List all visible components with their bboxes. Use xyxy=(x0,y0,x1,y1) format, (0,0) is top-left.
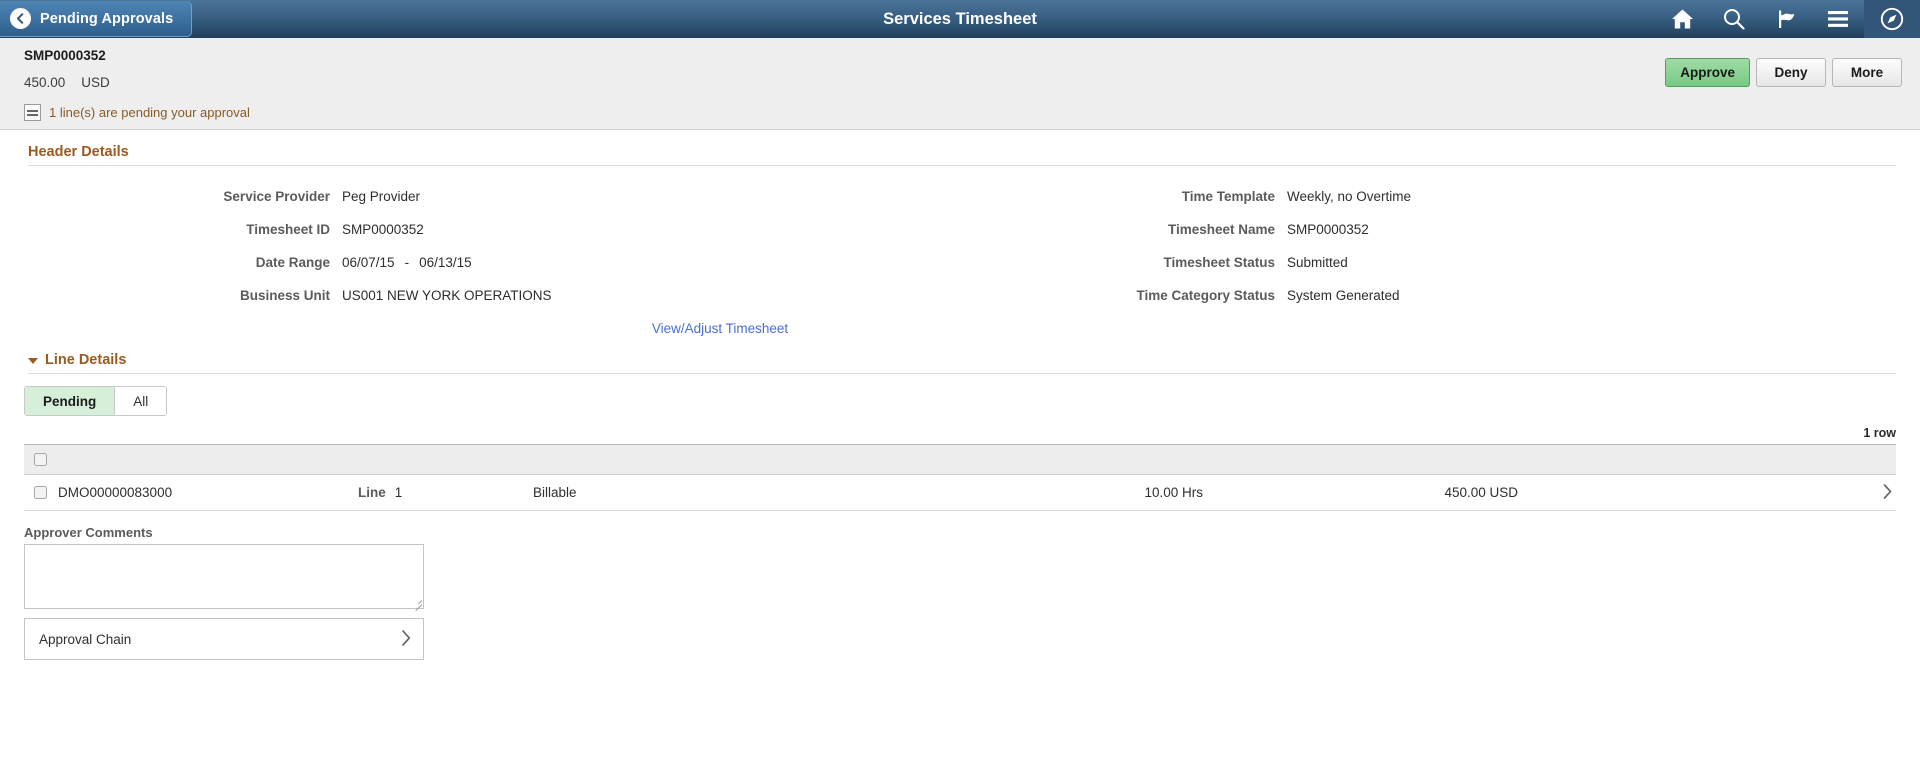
date-range-end: 06/13/15 xyxy=(419,255,472,270)
more-button[interactable]: More xyxy=(1832,58,1902,87)
hamburger-menu-icon[interactable] xyxy=(1812,0,1864,38)
app-header-bar: Pending Approvals Services Timesheet xyxy=(0,0,1920,38)
table-row[interactable]: DMO00000083000 Line 1 Billable 10.00 Hrs … xyxy=(24,475,1896,511)
approval-chain-button[interactable]: Approval Chain xyxy=(24,618,424,660)
field-label-time-category-status: Time Category Status xyxy=(1136,288,1275,303)
cell-line: Line 1 xyxy=(358,485,533,500)
date-range-separator: - xyxy=(404,255,410,270)
cell-description: DMO00000083000 xyxy=(58,485,173,500)
grid-row-count: 1 row xyxy=(1863,426,1896,440)
approver-comments-label: Approver Comments xyxy=(24,525,153,540)
field-value-timesheet-status: Submitted xyxy=(1287,255,1348,270)
grid-header-row xyxy=(24,445,1896,475)
home-icon[interactable] xyxy=(1656,0,1708,38)
cell-billing-type: Billable xyxy=(533,485,577,500)
flag-icon[interactable] xyxy=(1760,0,1812,38)
chevron-down-icon[interactable] xyxy=(28,358,38,364)
field-value-timesheet-name: SMP0000352 xyxy=(1287,222,1369,237)
approver-comments-box[interactable] xyxy=(24,544,424,612)
approve-button[interactable]: Approve xyxy=(1665,58,1750,87)
pending-lines-note: 1 line(s) are pending your approval xyxy=(24,104,1920,121)
header-details-section-title: Header Details xyxy=(28,144,1920,160)
header-icon-group xyxy=(1656,0,1920,38)
subheader-amount-row: 450.00 USD xyxy=(24,74,1920,92)
page-title: Services Timesheet xyxy=(883,9,1037,28)
tab-all[interactable]: All xyxy=(115,387,167,415)
field-value-timesheet-id: SMP0000352 xyxy=(342,222,424,237)
approver-comments-input[interactable] xyxy=(25,545,423,608)
header-details-title-text: Header Details xyxy=(28,144,129,160)
cell-amount: 450.00 USD xyxy=(1444,485,1518,500)
line-details-tab-group: Pending All xyxy=(24,386,168,416)
action-button-group: Approve Deny More xyxy=(1665,58,1902,87)
subheader-timesheet-id: SMP0000352 xyxy=(24,48,106,63)
back-to-pending-approvals-button[interactable]: Pending Approvals xyxy=(0,1,193,37)
field-label-timesheet-id: Timesheet ID xyxy=(246,222,330,237)
header-details-divider xyxy=(28,165,1896,166)
row-detail-chevron-right-icon[interactable] xyxy=(1883,483,1896,502)
cell-line-label: Line xyxy=(358,485,386,500)
field-label-business-unit: Business Unit xyxy=(239,288,330,303)
approval-chain-label: Approval Chain xyxy=(39,631,132,647)
chevron-left-icon xyxy=(10,8,31,29)
grid-rows-icon xyxy=(24,104,41,121)
field-value-date-range: 06/07/15-06/13/15 xyxy=(330,246,975,279)
back-button-label: Pending Approvals xyxy=(40,10,174,27)
line-details-title-text: Line Details xyxy=(45,352,127,368)
deny-button[interactable]: Deny xyxy=(1756,58,1826,87)
subheader-amount: 450.00 xyxy=(24,75,66,90)
chevron-right-icon xyxy=(401,629,411,649)
select-all-checkbox[interactable] xyxy=(34,453,47,466)
navbar-compass-icon[interactable] xyxy=(1864,0,1920,38)
pending-lines-text: 1 line(s) are pending your approval xyxy=(49,105,250,120)
cell-hours: 10.00 Hrs xyxy=(1144,485,1203,500)
view-adjust-timesheet-link[interactable]: View/Adjust Timesheet xyxy=(652,321,788,336)
header-details-fields: Service Provider Peg Provider Time Templ… xyxy=(0,180,1920,312)
textarea-resize-handle[interactable] xyxy=(411,596,423,612)
line-details-divider xyxy=(28,373,1896,374)
main-content: Header Details Service Provider Peg Prov… xyxy=(0,144,1920,660)
subheader-currency: USD xyxy=(81,75,110,90)
line-details-section-title[interactable]: Line Details xyxy=(28,352,1920,368)
field-value-service-provider: Peg Provider xyxy=(342,189,421,204)
field-label-timesheet-name: Timesheet Name xyxy=(1167,222,1275,237)
field-value-time-category-status: System Generated xyxy=(1287,288,1400,303)
subheader-bar: SMP0000352 450.00 USD 1 line(s) are pendi… xyxy=(0,38,1920,130)
tab-pending[interactable]: Pending xyxy=(25,387,116,415)
field-label-service-provider: Service Provider xyxy=(223,189,330,204)
date-range-start: 06/07/15 xyxy=(342,255,395,270)
row-select-checkbox[interactable] xyxy=(34,486,47,499)
cell-line-number: 1 xyxy=(394,485,403,500)
view-adjust-timesheet-row: View/Adjust Timesheet xyxy=(0,320,1920,338)
field-value-time-template: Weekly, no Overtime xyxy=(1287,189,1412,204)
field-value-business-unit: US001 NEW YORK OPERATIONS xyxy=(342,288,552,303)
search-icon[interactable] xyxy=(1708,0,1760,38)
field-label-timesheet-status: Timesheet Status xyxy=(1163,255,1275,270)
field-label-time-template: Time Template xyxy=(1181,189,1275,204)
line-details-grid: DMO00000083000 Line 1 Billable 10.00 Hrs … xyxy=(24,444,1896,511)
field-label-date-range: Date Range xyxy=(255,255,330,270)
